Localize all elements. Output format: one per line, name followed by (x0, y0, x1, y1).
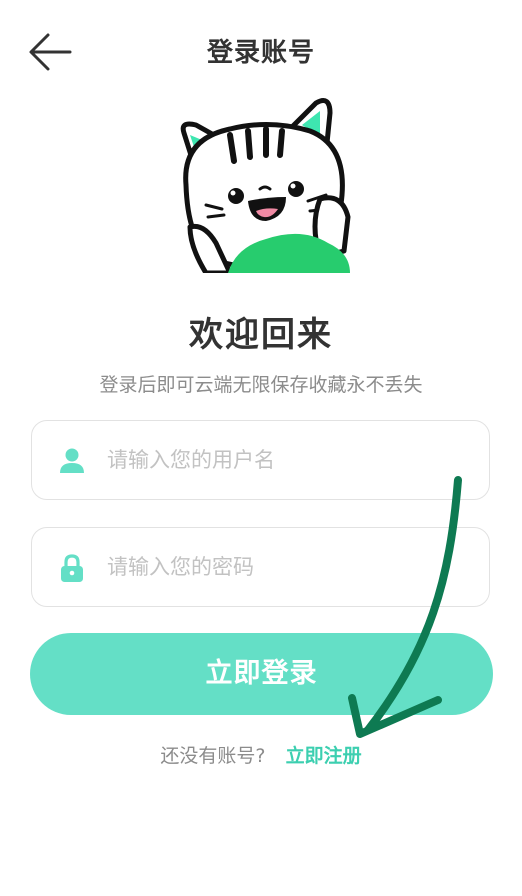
register-line: 还没有账号? 立即注册 (0, 741, 522, 768)
password-field[interactable] (31, 527, 490, 607)
user-icon (60, 448, 84, 473)
lock-icon (61, 554, 83, 582)
page-title: 登录账号 (206, 38, 315, 68)
register-prompt: 还没有账号? (160, 745, 266, 767)
welcome-title: 欢迎回来 (189, 315, 333, 355)
register-link[interactable]: 立即注册 (286, 745, 362, 767)
cat-mascot-illustration (180, 98, 351, 273)
welcome-subtitle: 登录后即可云端无限保存收藏永不丢失 (99, 374, 423, 396)
header: 登录账号 (0, 0, 522, 100)
username-input[interactable] (107, 421, 467, 498)
password-input[interactable] (107, 528, 467, 605)
username-field[interactable] (31, 420, 490, 500)
login-button[interactable]: 立即登录 (30, 633, 493, 715)
